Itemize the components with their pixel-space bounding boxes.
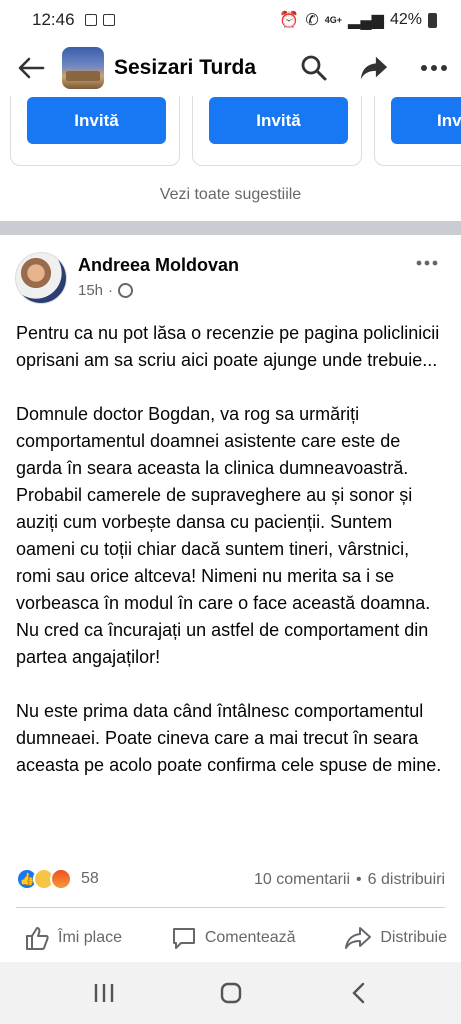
angry-reaction-icon <box>50 868 72 890</box>
see-all-suggestions-link[interactable]: Vezi toate sugestiile <box>0 186 461 204</box>
battery-text: 42% <box>389 11 422 28</box>
back-nav-button[interactable] <box>338 973 378 1013</box>
system-nav-bar <box>0 962 461 1024</box>
invite-button[interactable]: Inv <box>391 97 461 144</box>
network-label: 4G+ <box>324 15 343 25</box>
status-bar: 12:46 ⏰ ✆ 4G+ ▂▄▆ 42% <box>0 0 461 40</box>
suggestion-card: Inv <box>374 96 461 166</box>
reaction-count: 58 <box>81 870 99 887</box>
suggestion-card: Invită <box>192 96 362 166</box>
invite-button[interactable]: Invită <box>209 97 348 144</box>
recent-apps-button[interactable] <box>84 973 124 1013</box>
meta-separator: · <box>108 282 114 299</box>
more-icon <box>416 260 438 266</box>
battery-icon <box>428 12 437 28</box>
share-label: Distribuie <box>380 929 447 946</box>
back-button[interactable] <box>16 53 46 83</box>
alarm-icon: ⏰ <box>279 12 300 29</box>
post-paragraph: Nu este prima data când întâlnesc compor… <box>16 701 442 775</box>
call-icon: ✆ <box>305 12 319 29</box>
group-avatar[interactable] <box>62 47 104 89</box>
actions-divider <box>16 907 445 908</box>
comments-count-link[interactable]: 10 comentarii <box>254 871 350 889</box>
reactions-summary[interactable]: 👍 58 <box>16 868 99 890</box>
app-header: Sesizari Turda <box>0 40 461 96</box>
comment-icon <box>172 928 195 949</box>
chevron-left-icon <box>351 982 364 1004</box>
engagement-separator: • <box>356 871 362 888</box>
share-icon <box>360 56 388 80</box>
search-icon <box>301 55 327 81</box>
thumbs-up-icon <box>26 927 49 950</box>
author-avatar[interactable] <box>15 252 67 304</box>
share-post-button[interactable]: Distribuie <box>344 918 447 958</box>
more-icon <box>421 65 447 71</box>
suggestion-card: Invită <box>10 96 180 166</box>
post-text: Pentru ca nu pot lăsa o recenzie pe pagi… <box>16 320 448 806</box>
post-more-button[interactable] <box>410 250 444 276</box>
share-button[interactable] <box>359 53 389 83</box>
back-arrow-icon <box>18 57 45 79</box>
more-options-button[interactable] <box>419 53 449 83</box>
shares-count-link[interactable]: 6 distribuiri <box>368 871 445 889</box>
engagement-counts: 10 comentarii • 6 distribuiri <box>254 871 445 889</box>
signal-icon: ▂▄▆ <box>348 12 384 29</box>
invite-button[interactable]: Invită <box>27 97 166 144</box>
search-button[interactable] <box>299 53 329 83</box>
section-divider <box>0 221 461 235</box>
status-time: 12:46 <box>32 10 75 29</box>
share-icon <box>345 927 372 949</box>
post-actions: Îmi place Comentează Distribuie <box>0 918 461 958</box>
post-time[interactable]: 15h <box>78 282 103 299</box>
post-meta: 15h · <box>78 282 134 299</box>
globe-icon <box>118 283 134 298</box>
comment-label: Comentează <box>204 929 296 946</box>
post-paragraph: Pentru ca nu pot lăsa o recenzie pe pagi… <box>16 323 440 370</box>
post-paragraph: Domnule doctor Bogdan, va rog sa urmăriț… <box>16 404 431 667</box>
notification-icon <box>84 14 97 26</box>
home-icon <box>220 982 241 1004</box>
home-button[interactable] <box>211 973 251 1013</box>
like-button[interactable]: Îmi place <box>24 918 122 958</box>
group-title[interactable]: Sesizari Turda <box>114 56 256 80</box>
author-name[interactable]: Andreea Moldovan <box>78 255 239 276</box>
recent-apps-icon <box>94 984 113 1002</box>
app-notification-icon <box>102 14 115 26</box>
like-label: Îmi place <box>58 929 123 946</box>
comment-button[interactable]: Comentează <box>171 918 296 958</box>
